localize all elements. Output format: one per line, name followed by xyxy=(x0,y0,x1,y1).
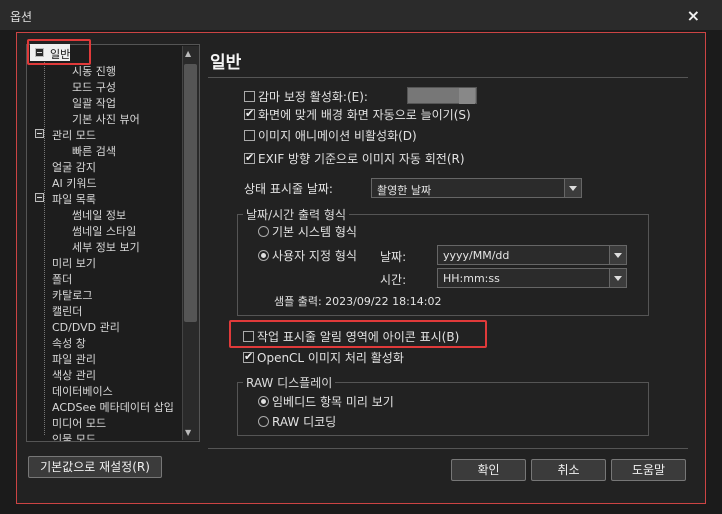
tree-item-face-detect[interactable]: 얼굴 감지 xyxy=(52,159,96,175)
scroll-down-icon[interactable]: ▼ xyxy=(185,428,191,437)
tree-item-mode-config[interactable]: 모드 구성 xyxy=(72,79,116,95)
reset-defaults-button[interactable]: 기본값으로 재설정(R) xyxy=(28,456,162,478)
help-button[interactable]: 도움말 xyxy=(611,459,686,481)
tree-item-media-mode[interactable]: 미디어 모드 xyxy=(52,415,106,431)
time-format-select[interactable]: HH:mm:ss xyxy=(437,268,627,288)
statusbar-date-label: 상태 표시줄 날짜: xyxy=(244,182,333,196)
opencl-label: OpenCL 이미지 처리 활성화 xyxy=(257,351,404,365)
tree-item-startup[interactable]: 시동 진행 xyxy=(72,63,116,79)
disable-animation-checkbox[interactable] xyxy=(244,130,255,141)
embedded-preview-radio[interactable] xyxy=(258,396,269,407)
tree-item-batch[interactable]: 일괄 작업 xyxy=(72,95,116,111)
datetime-group-title: 날짜/시간 출력 형식 xyxy=(243,206,349,223)
tray-icon-checkbox[interactable] xyxy=(243,331,254,342)
chevron-down-icon[interactable] xyxy=(564,179,581,197)
system-format-radio[interactable] xyxy=(258,226,269,237)
title-bar: 옵션 × xyxy=(0,0,722,30)
title-divider xyxy=(208,77,688,78)
ok-button[interactable]: 확인 xyxy=(451,459,526,481)
statusbar-date-select[interactable]: 촬영한 날짜 xyxy=(371,178,582,198)
time-format-label: 시간: xyxy=(380,273,407,287)
spin-up-icon[interactable] xyxy=(459,88,475,96)
exif-rotate-checkbox[interactable] xyxy=(244,151,255,164)
tray-icon-label: 작업 표시줄 알림 영역에 아이콘 표시(B) xyxy=(257,330,460,344)
tree-item-default-viewer[interactable]: 기본 사진 뷰어 xyxy=(72,111,140,127)
collapse-icon[interactable] xyxy=(35,129,44,138)
gamma-checkbox[interactable] xyxy=(244,91,255,102)
gamma-label: 감마 보정 활성화:(E): xyxy=(258,90,368,104)
tree-item-calendar[interactable]: 캘린더 xyxy=(52,303,82,319)
collapse-icon[interactable] xyxy=(35,48,44,57)
disable-animation-label: 이미지 애니메이션 비활성화(D) xyxy=(258,129,417,143)
time-format-value: HH:mm:ss xyxy=(443,272,500,285)
page-title: 일반 xyxy=(210,53,242,73)
tree-item-file-list[interactable]: 파일 목록 xyxy=(52,191,96,207)
tree-item-cd-dvd[interactable]: CD/DVD 관리 xyxy=(52,319,120,335)
custom-format-radio[interactable] xyxy=(258,250,269,261)
statusbar-date-value: 촬영한 날짜 xyxy=(377,184,432,197)
tree-item-database[interactable]: 데이터베이스 xyxy=(52,383,113,399)
raw-group-title: RAW 디스플레이 xyxy=(243,374,336,391)
tree-item-acdsee-metadata[interactable]: ACDSee 메타데이터 삽입 xyxy=(52,399,174,415)
raw-decode-label: RAW 디코딩 xyxy=(272,415,337,429)
bottom-divider xyxy=(208,448,688,449)
exif-rotate-label: EXIF 방향 기준으로 이미지 자동 회전(R) xyxy=(258,152,465,166)
chevron-down-icon[interactable] xyxy=(609,246,626,264)
tree-item-preview[interactable]: 미리 보기 xyxy=(52,255,96,271)
tree-guide-line xyxy=(44,60,45,435)
tree-item-people-mode[interactable]: 인물 모드 xyxy=(52,431,96,441)
tree-item-catalog[interactable]: 카탈로그 xyxy=(52,287,92,303)
embedded-preview-label: 임베디드 항목 미리 보기 xyxy=(272,395,394,409)
tree-item-quick-search[interactable]: 빠른 검색 xyxy=(72,143,116,159)
system-format-label: 기본 시스템 형식 xyxy=(272,225,357,239)
chevron-down-icon[interactable] xyxy=(609,269,626,287)
tree-item-file-manage[interactable]: 파일 관리 xyxy=(52,351,96,367)
spin-down-icon[interactable] xyxy=(459,96,475,104)
fit-background-label: 화면에 맞게 배경 화면 자동으로 늘이기(S) xyxy=(258,108,471,122)
date-format-label: 날짜: xyxy=(380,250,407,264)
sample-output-text: 샘플 출력: 2023/09/22 18:14:02 xyxy=(274,295,442,308)
opencl-checkbox[interactable] xyxy=(243,350,254,363)
tree-item-details-view[interactable]: 세부 정보 보기 xyxy=(72,239,140,255)
tree-scrollbar[interactable]: ▲ ▼ xyxy=(182,46,199,440)
raw-decode-radio[interactable] xyxy=(258,416,269,427)
tree-item-thumb-style[interactable]: 썸네일 스타일 xyxy=(72,223,136,239)
tree-item-general[interactable]: 일반 xyxy=(50,46,70,62)
date-format-value: yyyy/MM/dd xyxy=(443,249,510,262)
cancel-button[interactable]: 취소 xyxy=(531,459,606,481)
tree-item-manage-mode[interactable]: 관리 모드 xyxy=(52,127,96,143)
scroll-up-icon[interactable]: ▲ xyxy=(185,49,191,58)
collapse-icon[interactable] xyxy=(35,193,44,202)
tree-item-properties-pane[interactable]: 속성 창 xyxy=(52,335,86,351)
tree-item-folders[interactable]: 폴더 xyxy=(52,271,72,287)
tree-item-color-manage[interactable]: 색상 관리 xyxy=(52,367,96,383)
window-title: 옵션 xyxy=(10,10,33,24)
custom-format-label: 사용자 지정 형식 xyxy=(272,249,357,263)
tree-item-ai-keywords[interactable]: AI 키워드 xyxy=(52,175,97,191)
scroll-thumb[interactable] xyxy=(184,64,197,322)
tree-item-thumb-info[interactable]: 썸네일 정보 xyxy=(72,207,126,223)
fit-background-checkbox[interactable] xyxy=(244,107,255,120)
date-format-select[interactable]: yyyy/MM/dd xyxy=(437,245,627,265)
close-icon[interactable]: × xyxy=(687,6,700,25)
